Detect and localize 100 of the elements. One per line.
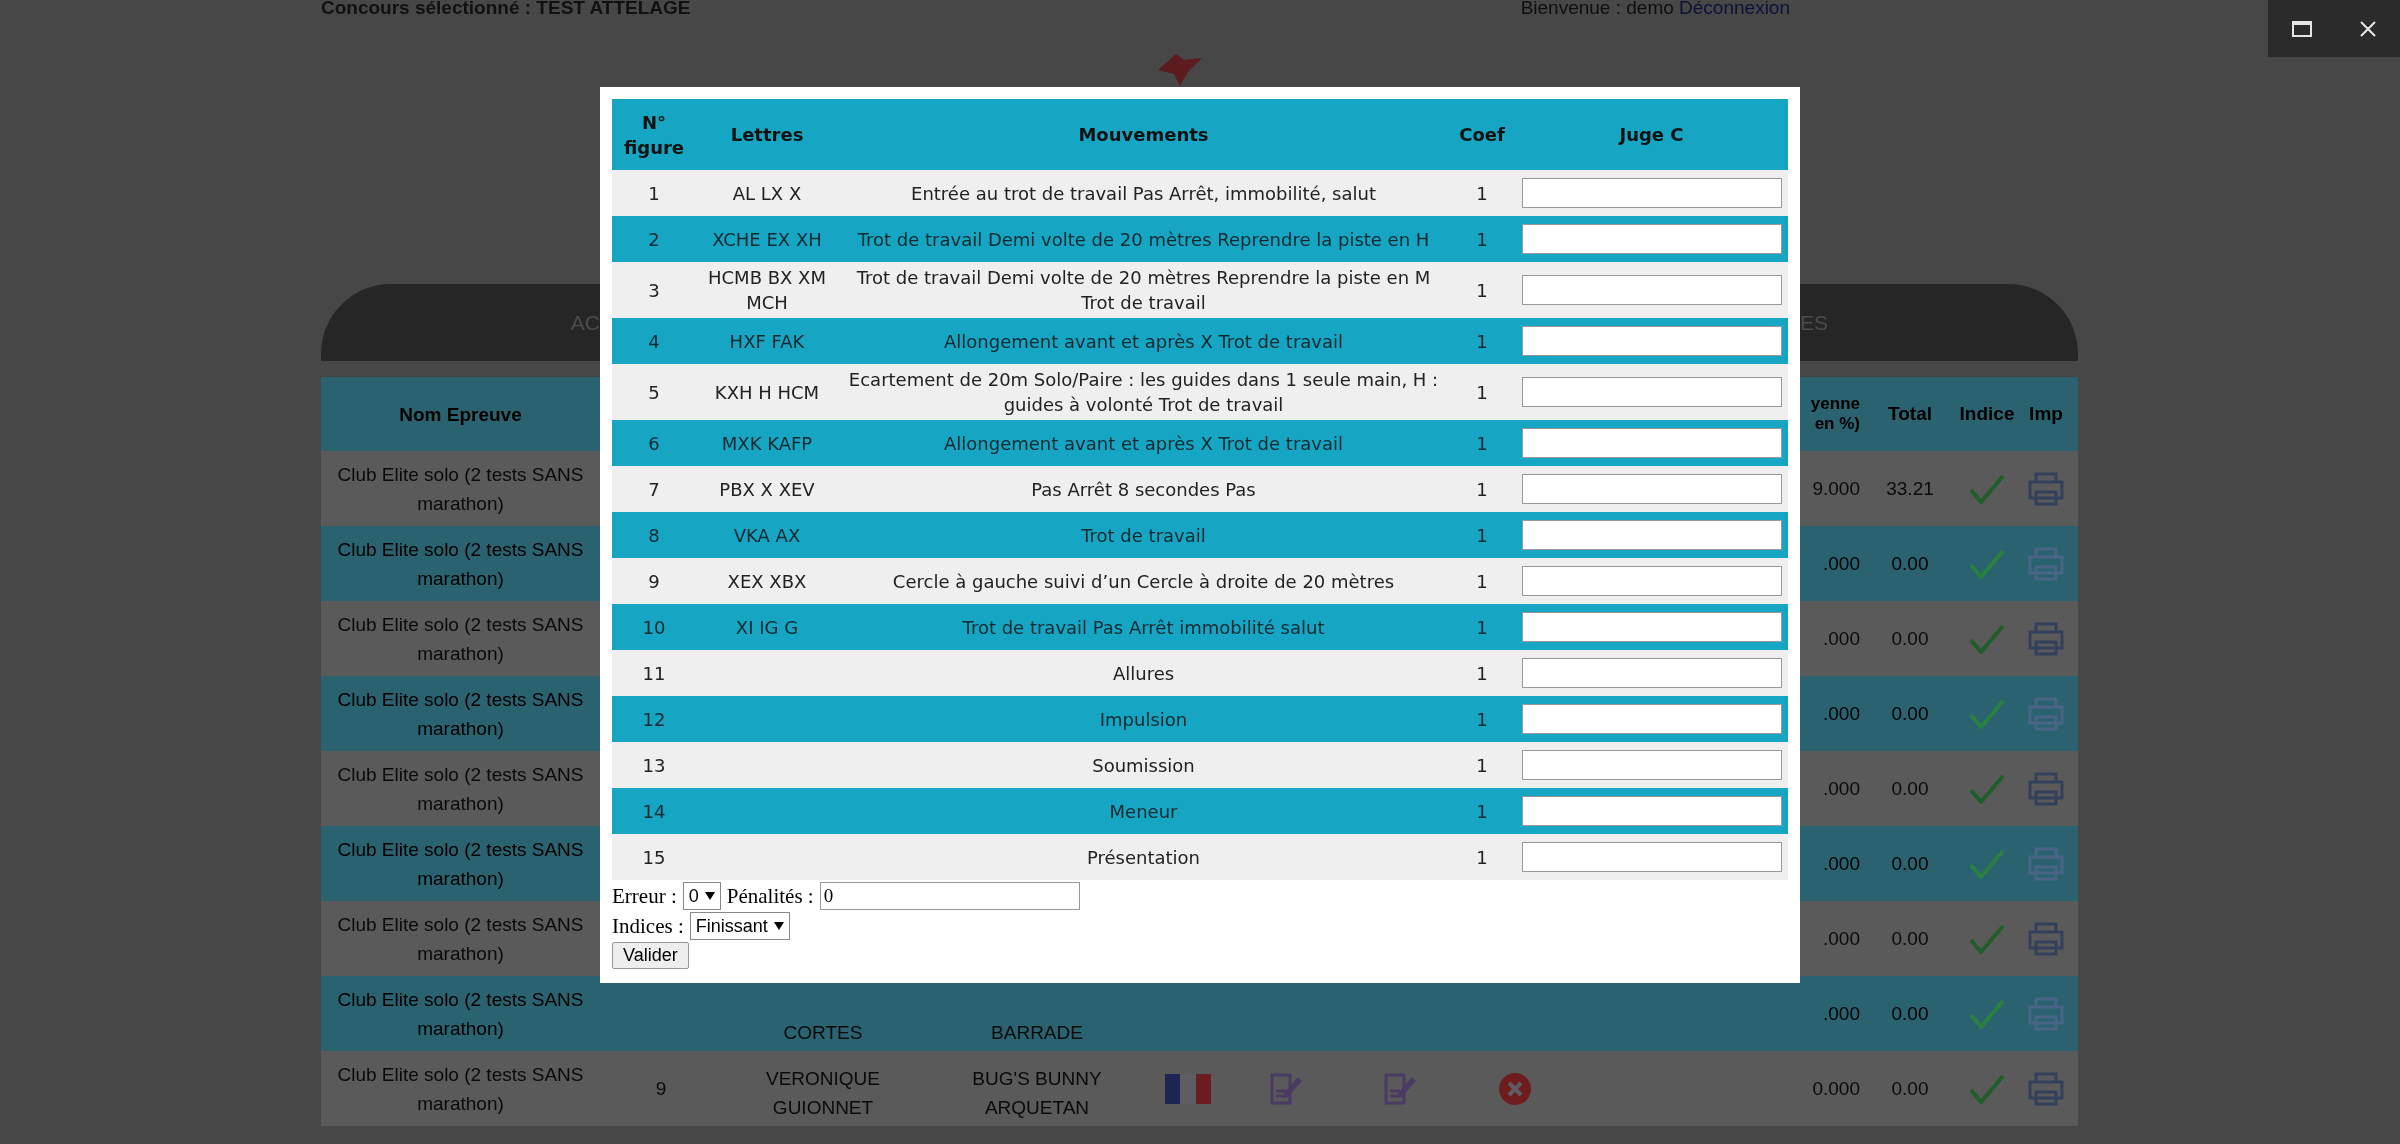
error-label: Erreur : xyxy=(612,883,677,909)
table-cell-text: 0.00 xyxy=(1890,702,1930,725)
penalties-field[interactable]: 0 xyxy=(819,882,1080,910)
score-field[interactable] xyxy=(1521,178,1782,208)
validate-button[interactable]: Valider xyxy=(612,942,689,969)
column-header: Total xyxy=(1887,403,1933,425)
score-field[interactable] xyxy=(1521,796,1782,826)
table-cell-text: 1 xyxy=(1475,523,1489,548)
table-cell-text: Entrée au trot de travail Pas Arrêt, immobilité, salut xyxy=(910,181,1377,206)
table-cell-text: 7 xyxy=(647,477,661,502)
check-icon xyxy=(1969,698,2005,729)
table-cell-text: 11 xyxy=(641,661,667,686)
indices-label: Indices : xyxy=(612,913,684,939)
table-cell-text: 1 xyxy=(1475,477,1489,502)
score-field[interactable] xyxy=(1521,658,1782,688)
table-cell-text: Allures xyxy=(1111,661,1176,686)
table-cell-text: Club Elite solo (2 tests SANS marathon) xyxy=(336,987,585,1041)
score-field[interactable] xyxy=(1521,704,1782,734)
table-cell: VKA AX xyxy=(733,524,801,546)
score-field[interactable] xyxy=(1521,377,1782,407)
caret-icon xyxy=(773,922,784,930)
table-cell: KXH H HCM xyxy=(714,381,820,403)
check-icon xyxy=(1969,1073,2005,1104)
table-cell-text: Club Elite solo (2 tests SANS marathon) xyxy=(336,537,585,591)
score-field[interactable] xyxy=(1521,566,1782,596)
score-field[interactable] xyxy=(1521,612,1782,642)
table-cell-text: Trot de travail Demi volte de 20 mètres Reprendre la piste en M Trot de travail xyxy=(855,266,1432,315)
table-cell-text: Meneur xyxy=(1108,799,1179,824)
table-cell-text: 0.00 xyxy=(1890,627,1930,650)
table-cell: AL LX X xyxy=(732,182,802,204)
table-cell: XI IG G xyxy=(735,616,799,638)
column-header: Juge C xyxy=(1617,123,1685,147)
table-cell-text: 33.21 xyxy=(1885,477,1935,500)
score-field[interactable] xyxy=(1521,520,1782,550)
score-field[interactable] xyxy=(1521,474,1782,504)
table-cell-text: Club Elite solo (2 tests SANS marathon) xyxy=(336,687,585,741)
table-cell-text: 15 xyxy=(641,845,667,870)
column-header: Imp xyxy=(2028,403,2064,425)
table-cell-text: Ecartement de 20m Solo/Paire : les guides dans 1 seule main, H : guides à volonté Trot de travail xyxy=(847,368,1440,417)
column-header: N° figure xyxy=(622,110,686,160)
table-cell: 9 xyxy=(655,1077,667,1100)
printer-icon[interactable] xyxy=(2027,1071,2065,1106)
table-cell-text: Club Elite solo (2 tests SANS marathon) xyxy=(336,462,585,516)
table-cell-text: 0.00 xyxy=(1890,1077,1930,1100)
table-cell: MXK KAFP xyxy=(721,432,813,454)
column-header: Coef xyxy=(1458,123,1506,147)
score-field[interactable] xyxy=(1521,750,1782,780)
table-cell-text: .000 xyxy=(1822,552,1860,575)
table-cell-text: Pas Arrêt 8 secondes Pas xyxy=(1030,477,1257,502)
table-cell: XEX XBX xyxy=(727,570,807,592)
table-cell-text: CORTES xyxy=(783,1021,863,1045)
table-cell-text: 13 xyxy=(641,753,667,778)
table-cell-text: 1 xyxy=(1475,181,1489,206)
check-icon xyxy=(1969,623,2005,654)
table-cell-text: Club Elite solo (2 tests SANS marathon) xyxy=(336,837,585,891)
printer-icon[interactable] xyxy=(2027,621,2065,656)
score-field[interactable] xyxy=(1521,275,1782,305)
table-cell-text: Club Elite solo (2 tests SANS marathon) xyxy=(336,912,585,966)
table-cell-text: 12 xyxy=(641,707,667,732)
table-cell-text: .000 xyxy=(1822,852,1860,875)
table-cell-text: 1 xyxy=(1475,569,1489,594)
maximize-icon[interactable] xyxy=(2291,19,2312,38)
table-cell-text: Club Elite solo (2 tests SANS marathon) xyxy=(336,1062,585,1116)
printer-icon[interactable] xyxy=(2027,471,2065,506)
table-cell-text: BUG'S BUNNY ARQUETAN xyxy=(971,1067,1103,1120)
printer-icon[interactable] xyxy=(2027,771,2065,806)
table-cell-text: 1 xyxy=(1475,661,1489,686)
flag-icon xyxy=(1165,1073,1211,1104)
table-cell-text: Impulsion xyxy=(1098,707,1189,732)
welcome-text: Bienvenue : demo xyxy=(1520,0,1674,18)
table-cell-text: 5 xyxy=(647,380,661,405)
table-cell-text: 14 xyxy=(641,799,667,824)
table-cell-text: .000 xyxy=(1822,1002,1860,1025)
error-select[interactable]: 0 xyxy=(682,882,721,910)
table-cell-text: 10 xyxy=(641,615,667,640)
score-field[interactable] xyxy=(1521,842,1782,872)
score-field[interactable] xyxy=(1521,326,1782,356)
table-cell-text: VERONIQUE GUIONNET xyxy=(765,1067,881,1120)
table-cell-text: Présentation xyxy=(1085,845,1201,870)
column-header: Lettres xyxy=(729,123,805,147)
table-cell-text: Cercle à gauche suivi d’un Cercle à droite de 20 mètres xyxy=(891,569,1396,594)
table-cell-text: BARRADE xyxy=(991,1021,1083,1045)
table-cell-text: 3 xyxy=(647,278,661,303)
check-icon xyxy=(1969,848,2005,879)
score-field[interactable] xyxy=(1521,428,1782,458)
table-cell-text: .000 xyxy=(1822,702,1860,725)
table-cell-text: 0.00 xyxy=(1890,852,1930,875)
table-cell-text: 0.00 xyxy=(1890,1002,1930,1025)
penalties-label: Pénalités : xyxy=(726,883,814,909)
delete-icon[interactable] xyxy=(1498,1071,1532,1106)
indices-select[interactable]: Finissant xyxy=(689,912,790,940)
close-icon[interactable] xyxy=(2358,19,2377,38)
table-cell-text: 1 xyxy=(1475,278,1489,303)
table-cell-text: Allongement avant et après X Trot de travail xyxy=(943,431,1344,456)
printer-icon[interactable] xyxy=(2027,921,2065,956)
score-field[interactable] xyxy=(1521,224,1782,254)
table-cell-text: 1 xyxy=(1475,753,1489,778)
table-cell-text: Soumission xyxy=(1091,753,1196,778)
table-cell-text: .000 xyxy=(1822,927,1860,950)
table-cell-text: 4 xyxy=(647,329,661,354)
